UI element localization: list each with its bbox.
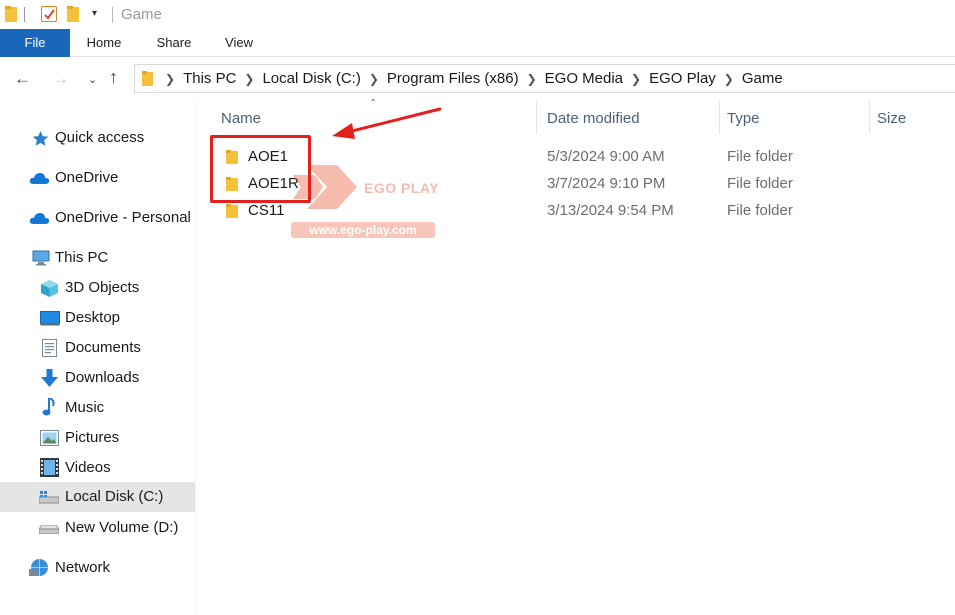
file-date-modified: 3/13/2024 9:54 PM — [547, 202, 674, 219]
chevron-right-icon[interactable]: ❯ — [631, 72, 641, 86]
sidebar-item-label: Downloads — [65, 369, 140, 386]
sidebar-item-downloads[interactable]: Downloads — [0, 363, 195, 393]
file-date-modified: 5/3/2024 9:00 AM — [547, 148, 665, 165]
file-type: File folder — [727, 148, 793, 165]
watermark-url: www.ego-play.com — [291, 222, 435, 238]
properties-icon[interactable] — [41, 6, 57, 22]
drive-icon — [39, 525, 59, 534]
breadcrumb-ego-media[interactable]: EGO Media — [545, 70, 623, 87]
ribbon-tabs: File Home Share View — [0, 29, 955, 57]
sidebar-item-pictures[interactable]: Pictures — [0, 423, 195, 453]
breadcrumb-game[interactable]: Game — [742, 70, 783, 87]
file-type: File folder — [727, 175, 793, 192]
computer-icon — [32, 250, 50, 266]
cloud-icon — [29, 173, 50, 184]
film-icon — [40, 458, 59, 477]
sidebar-item-videos[interactable]: Videos — [0, 453, 195, 483]
tab-share[interactable]: Share — [145, 29, 203, 57]
sidebar-item-quick-access[interactable]: Quick access — [0, 123, 195, 153]
sidebar-item-label: Documents — [65, 339, 141, 356]
chevron-right-icon[interactable]: ❯ — [369, 72, 379, 86]
sidebar-item-label: Videos — [65, 459, 111, 476]
address-bar[interactable]: ❯ This PC ❯ Local Disk (C:) ❯ Program Fi… — [134, 64, 955, 93]
sidebar-item-label: Network — [55, 559, 111, 576]
folder-icon — [142, 71, 153, 86]
watermark-brand: EGO PLAY — [364, 180, 440, 196]
column-divider[interactable] — [869, 101, 870, 134]
column-divider[interactable] — [719, 101, 720, 134]
desktop-icon — [40, 311, 60, 326]
separator — [24, 7, 25, 22]
sidebar-item-label: 3D Objects — [65, 279, 140, 296]
picture-icon — [40, 430, 59, 446]
cube-icon — [41, 280, 58, 297]
sidebar-item-label: Quick access — [55, 129, 145, 146]
back-arrow-icon[interactable]: ← — [14, 69, 31, 89]
network-icon — [29, 559, 48, 576]
sidebar-item-label: New Volume (D:) — [65, 519, 179, 536]
tab-file[interactable]: File — [0, 29, 70, 57]
chevron-right-icon[interactable]: ❯ — [165, 72, 175, 86]
sidebar-item-label: Desktop — [65, 309, 121, 326]
chevron-right-icon[interactable]: ❯ — [724, 72, 734, 86]
sidebar-item-new-volume-d[interactable]: New Volume (D:) — [0, 513, 195, 543]
column-header-type[interactable]: Type — [727, 110, 760, 127]
sidebar-item-music[interactable]: Music — [0, 393, 195, 423]
recent-locations-chevron-icon[interactable]: ⌄ — [88, 73, 97, 86]
cloud-icon — [29, 213, 50, 224]
window-title: Game — [121, 6, 162, 23]
customize-toolbar-icon[interactable]: ▾ — [92, 8, 97, 19]
navigation-bar: ← → ⌄ ↑ ❯ This PC ❯ Local Disk (C:) ❯ Pr… — [0, 57, 955, 101]
file-date-modified: 3/7/2024 9:10 PM — [547, 175, 666, 192]
forward-arrow-icon[interactable]: → — [52, 69, 69, 89]
breadcrumb: ❯ This PC ❯ Local Disk (C:) ❯ Program Fi… — [165, 70, 783, 87]
folder-icon[interactable] — [5, 6, 17, 22]
separator — [112, 7, 113, 23]
sidebar-item-documents[interactable]: Documents — [0, 333, 195, 363]
download-icon — [41, 369, 58, 387]
sidebar-item-desktop[interactable]: Desktop — [0, 303, 195, 333]
sidebar-item-label: Pictures — [65, 429, 120, 446]
star-icon — [32, 131, 49, 146]
file-name[interactable]: CS11 — [248, 202, 284, 219]
sidebar-item-local-disk-c[interactable]: Local Disk (C:) — [0, 482, 195, 512]
sidebar-item-label: OneDrive - Personal — [55, 209, 191, 226]
up-arrow-icon[interactable]: ↑ — [109, 67, 118, 88]
breadcrumb-this-pc[interactable]: This PC — [183, 70, 236, 87]
sidebar-item-onedrive[interactable]: OneDrive — [0, 163, 195, 193]
breadcrumb-program-files[interactable]: Program Files (x86) — [387, 70, 519, 87]
column-divider[interactable] — [536, 101, 537, 134]
chevron-right-icon[interactable]: ❯ — [527, 72, 537, 86]
new-folder-icon[interactable] — [67, 6, 79, 22]
folder-icon — [226, 204, 238, 218]
sidebar-item-3d-objects[interactable]: 3D Objects — [0, 273, 195, 303]
navigation-pane: Quick access OneDrive OneDrive - Persona… — [0, 101, 196, 615]
sidebar-item-label: OneDrive — [55, 169, 119, 186]
column-header-size[interactable]: Size — [877, 110, 906, 127]
breadcrumb-local-disk[interactable]: Local Disk (C:) — [262, 70, 360, 87]
tab-home[interactable]: Home — [74, 29, 134, 57]
sidebar-item-this-pc[interactable]: This PC — [0, 243, 195, 273]
document-icon — [42, 339, 57, 357]
annotation-arrow — [332, 107, 442, 139]
sidebar-item-network[interactable]: Network — [0, 553, 195, 583]
file-type: File folder — [727, 202, 793, 219]
column-header-name[interactable]: Name — [221, 110, 261, 127]
sidebar-item-label: Music — [65, 399, 105, 416]
breadcrumb-ego-play[interactable]: EGO Play — [649, 70, 716, 87]
title-bar: ▾ Game — [0, 0, 955, 30]
music-note-icon — [42, 398, 55, 416]
tab-view[interactable]: View — [212, 29, 266, 57]
sidebar-item-label: This PC — [55, 249, 109, 266]
chevron-right-icon[interactable]: ❯ — [244, 72, 254, 86]
sidebar-item-onedrive-personal[interactable]: OneDrive - Personal — [0, 203, 195, 233]
column-header-date-modified[interactable]: Date modified — [547, 110, 640, 127]
highlight-box — [210, 135, 311, 203]
sidebar-item-label: Local Disk (C:) — [65, 488, 164, 505]
drive-windows-icon — [39, 491, 59, 504]
